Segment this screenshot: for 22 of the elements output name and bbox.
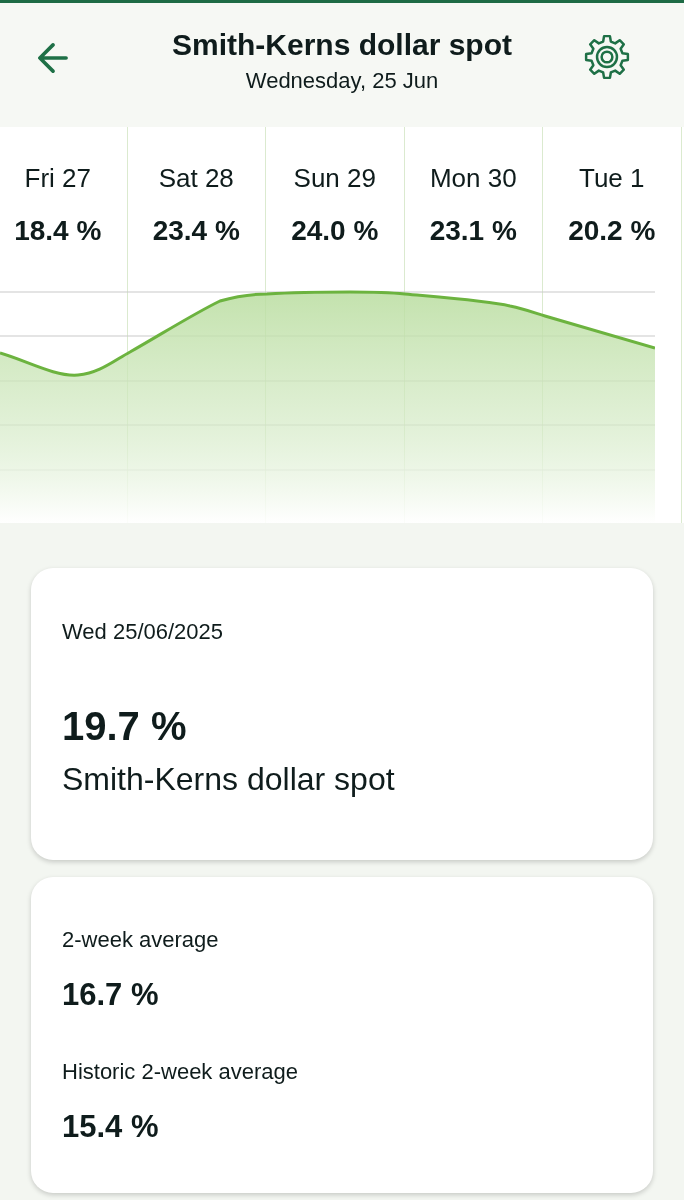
average-value: 15.4 % <box>62 1108 159 1146</box>
settings-button[interactable] <box>583 33 631 81</box>
day-value: 20.2 % <box>568 215 656 247</box>
settings-icon <box>584 34 630 80</box>
day-value: 23.4 % <box>152 215 240 247</box>
day-value: 18.4 % <box>14 215 102 247</box>
arrow-left-icon <box>38 43 68 73</box>
page-title: Smith-Kerns dollar spot <box>171 27 512 63</box>
day-value: 24.0 % <box>291 215 379 247</box>
average-label: 2-week average <box>62 926 219 954</box>
day-value: 23.1 % <box>429 215 517 247</box>
average-value: 16.7 % <box>62 976 159 1014</box>
average-label: Historic 2-week average <box>62 1058 298 1086</box>
day-label: Tue 1 <box>579 163 645 193</box>
date-subtitle: Wednesday, 25 Jun <box>245 67 439 95</box>
day-label: Sat 28 <box>158 163 234 193</box>
card-date: Wed 25/06/2025 <box>62 618 224 646</box>
day-label: Fri 27 <box>24 163 91 193</box>
risk-value: 19.7 % <box>62 703 187 750</box>
disease-name: Smith-Kerns dollar spot <box>62 760 395 798</box>
day-label: Mon 30 <box>429 163 517 193</box>
day-label: Sun 29 <box>293 163 376 193</box>
